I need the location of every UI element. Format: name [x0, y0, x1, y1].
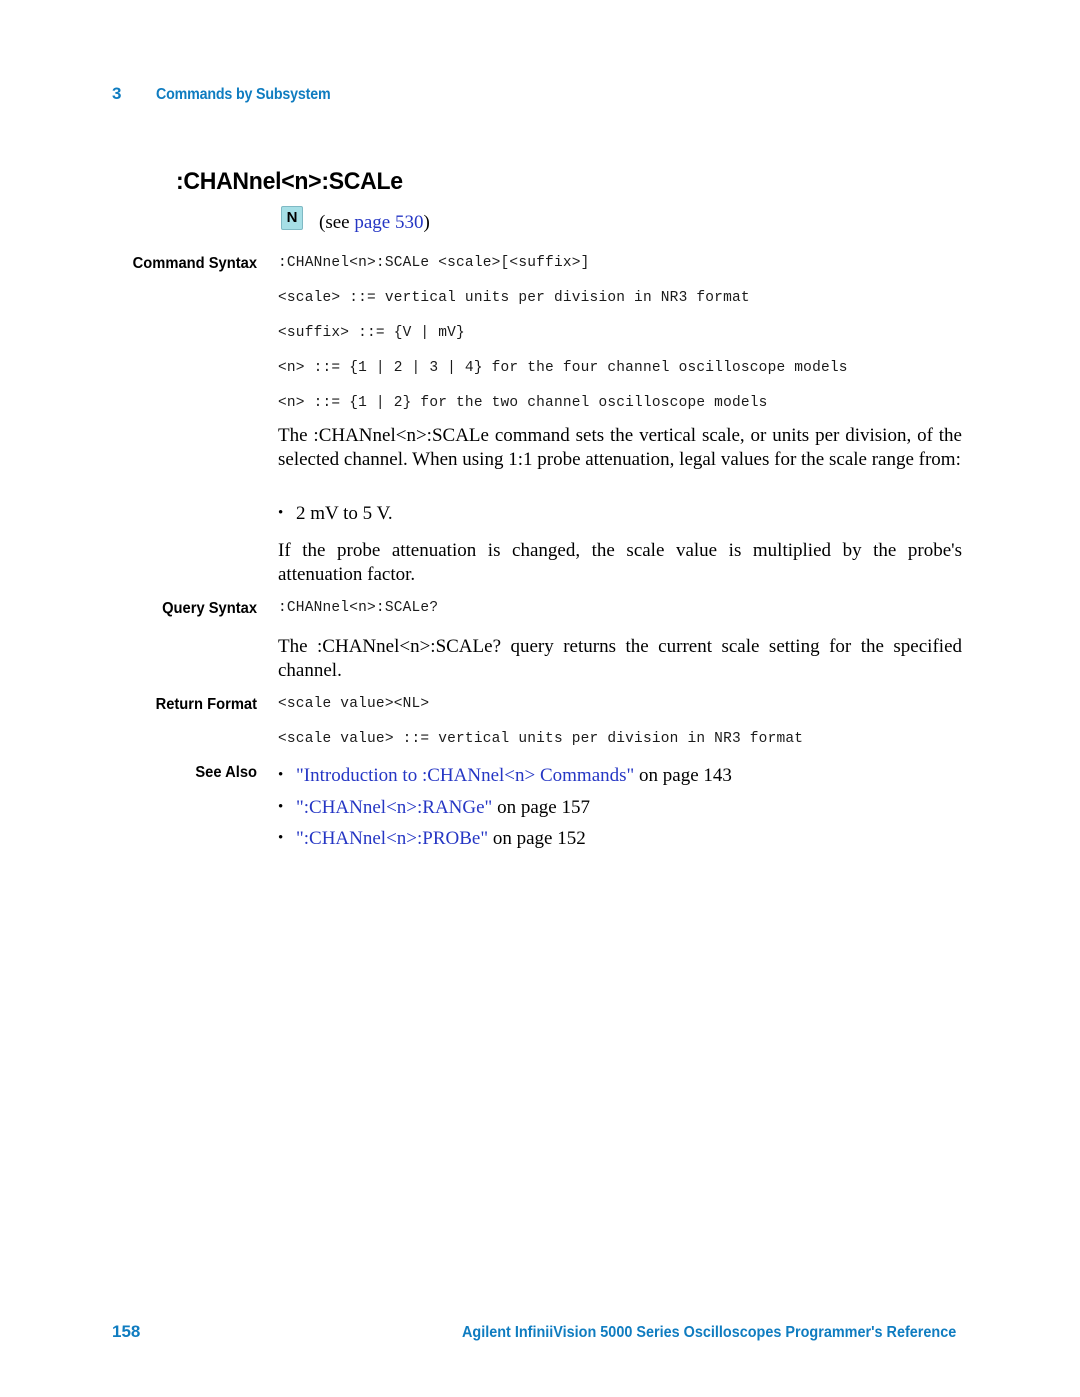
footer-title: Agilent InfiniiVision 5000 Series Oscill… — [462, 1324, 957, 1341]
see-also-item-1: "Introduction to :CHANnel<n> Commands" o… — [296, 764, 962, 788]
list-item: • ":CHANnel<n>:PROBe" on page 152 — [278, 827, 962, 851]
query-description-paragraph: The :CHANnel<n>:SCALe? query returns the… — [278, 636, 962, 681]
range-bullet-text: 2 mV to 5 V. — [296, 503, 393, 524]
see-page-note: (see page 530) — [319, 212, 430, 234]
query-syntax-label: Query Syntax — [162, 600, 257, 617]
see-also-tail-3: on page 152 — [488, 828, 586, 849]
see-also-item-2: ":CHANnel<n>:RANGe" on page 157 — [296, 796, 962, 820]
return-format-body: <scale value><NL> <scale value> ::= vert… — [278, 696, 962, 747]
attenuation-note-paragraph: If the probe attenuation is changed, the… — [278, 540, 962, 585]
bullet-glyph-icon: • — [278, 767, 284, 783]
note-line: N (see page 530) — [281, 206, 430, 233]
list-item: • ":CHANnel<n>:RANGe" on page 157 — [278, 796, 962, 820]
footer-page-number: 158 — [112, 1322, 141, 1341]
command-syntax-label: Command Syntax — [132, 255, 257, 272]
description-paragraph: The :CHANnel<n>:SCALe command sets the v… — [278, 425, 962, 470]
return-format-label: Return Format — [155, 696, 257, 713]
syntax-line-3: <suffix> ::= {V | mV} — [278, 325, 465, 341]
description-body: The :CHANnel<n>:SCALe command sets the v… — [278, 424, 962, 471]
see-also-tail-2: on page 157 — [492, 796, 590, 818]
syntax-line-2: <scale> ::= vertical units per division … — [278, 290, 750, 306]
list-item: • "Introduction to :CHANnel<n> Commands"… — [278, 764, 962, 788]
attenuation-note-body: If the probe attenuation is changed, the… — [278, 539, 962, 586]
syntax-line-1: :CHANnel<n>:SCALe <scale>[<suffix>] — [278, 255, 590, 271]
list-item: • 2 mV to 5 V. — [278, 502, 962, 526]
see-page-link[interactable]: page 530 — [354, 212, 423, 233]
see-also-label: See Also — [195, 764, 257, 781]
see-page-prefix: (see — [319, 212, 355, 233]
see-also-body: • "Introduction to :CHANnel<n> Commands"… — [278, 764, 962, 851]
syntax-line-4: <n> ::= {1 | 2 | 3 | 4} for the four cha… — [278, 360, 848, 376]
running-header: 3 Commands by Subsystem — [112, 84, 346, 104]
return-format-line-1: <scale value><NL> — [278, 696, 430, 712]
bullet-glyph-icon: • — [278, 505, 284, 521]
page-footer: 158 Agilent InfiniiVision 5000 Series Os… — [0, 1322, 1080, 1352]
see-also-link-1[interactable]: "Introduction to :CHANnel<n> Commands" — [296, 765, 634, 786]
bullet-glyph-icon: • — [278, 798, 284, 815]
query-syntax-line: :CHANnel<n>:SCALe? — [278, 600, 439, 616]
range-bullet-body: • 2 mV to 5 V. — [278, 502, 962, 526]
see-also-tail-1: on page 143 — [634, 765, 732, 786]
command-syntax-body: :CHANnel<n>:SCALe <scale>[<suffix>] <sca… — [278, 255, 962, 411]
query-syntax-body: :CHANnel<n>:SCALe? — [278, 600, 962, 616]
bullet-glyph-icon: • — [278, 830, 284, 846]
chapter-title: Commands by Subsystem — [156, 86, 331, 103]
see-also-link-3[interactable]: ":CHANnel<n>:PROBe" — [296, 828, 488, 849]
return-format-line-2: <scale value> ::= vertical units per div… — [278, 731, 804, 747]
see-page-suffix: ) — [423, 212, 430, 233]
see-also-link-2[interactable]: ":CHANnel<n>:RANGe" — [296, 797, 492, 818]
syntax-line-5: <n> ::= {1 | 2} for the two channel osci… — [278, 395, 768, 411]
page-title: :CHANnel<n>:SCALe — [176, 168, 403, 195]
n-badge-icon: N — [281, 206, 303, 230]
chapter-number: 3 — [112, 84, 122, 103]
query-description-body: The :CHANnel<n>:SCALe? query returns the… — [278, 635, 962, 682]
see-also-item-3: ":CHANnel<n>:PROBe" on page 152 — [296, 827, 962, 851]
